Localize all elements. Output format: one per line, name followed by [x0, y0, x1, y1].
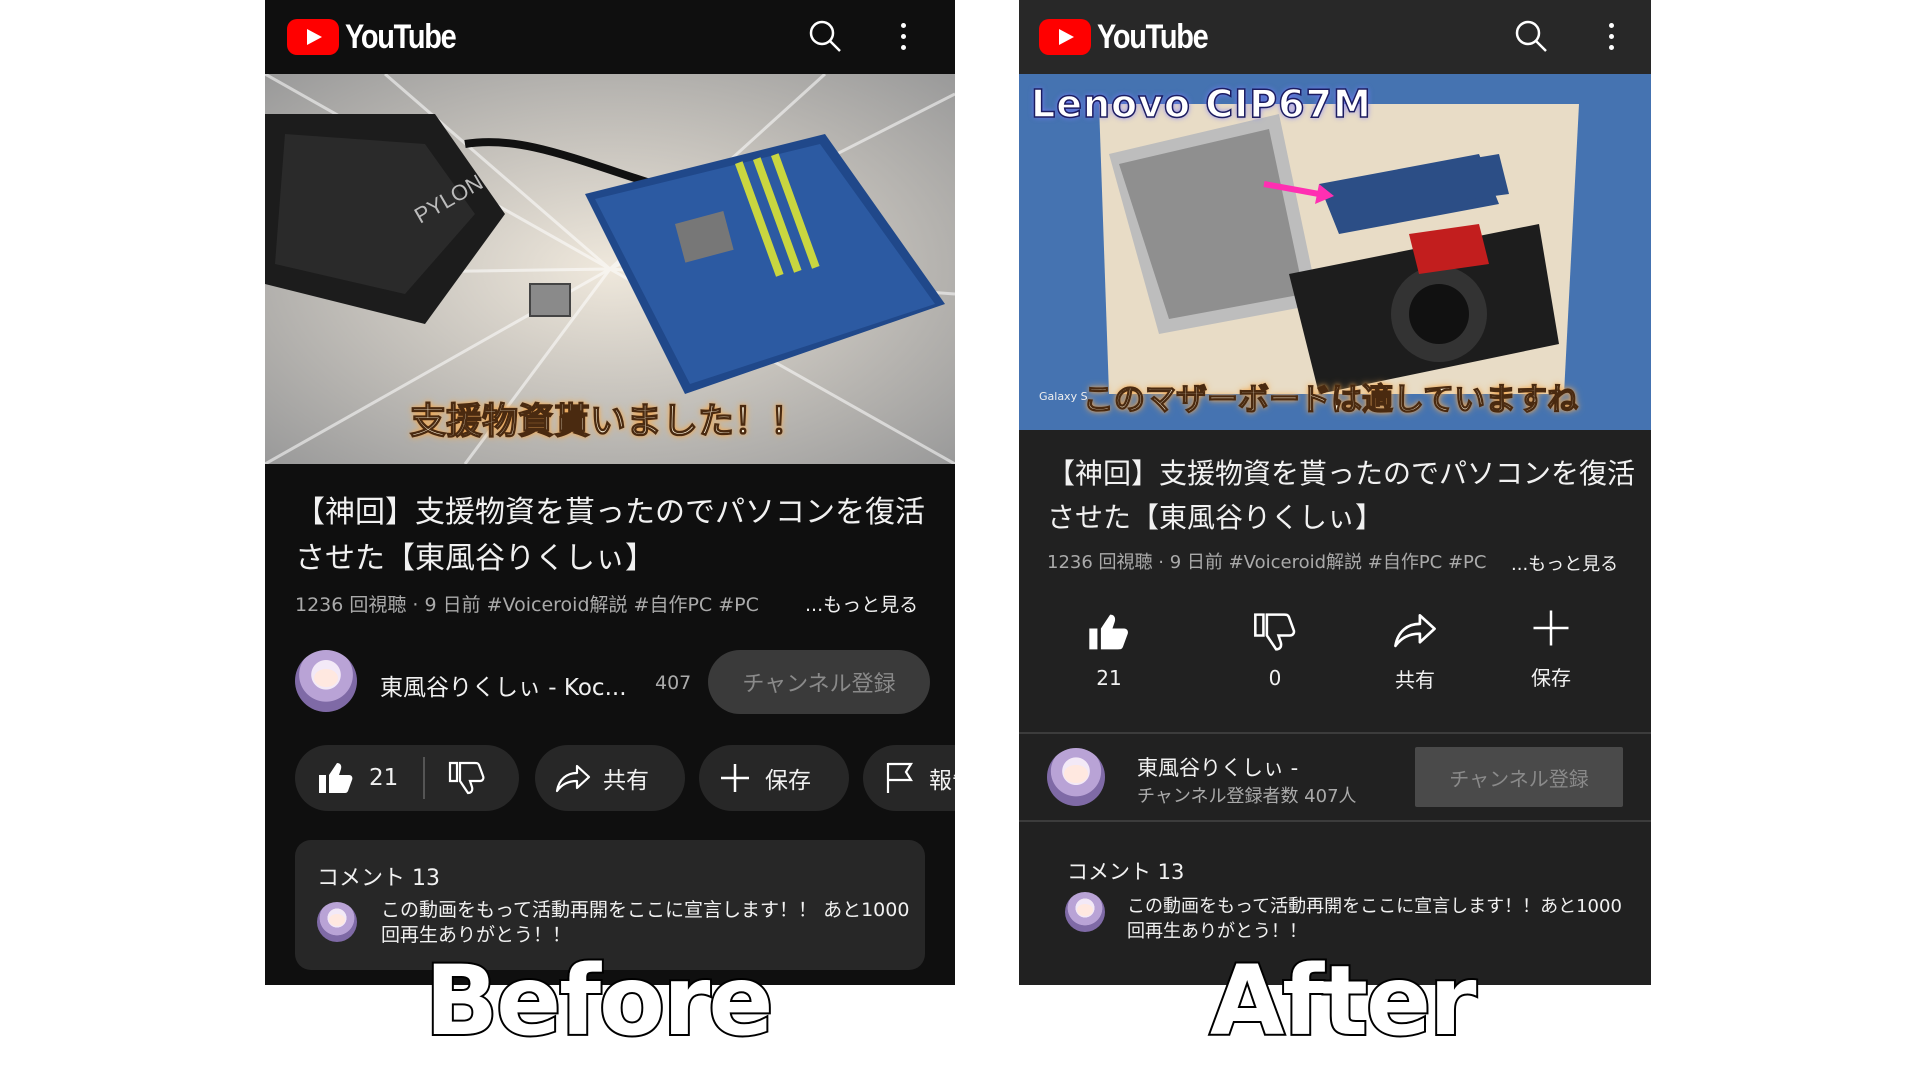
channel-name[interactable]: 東風谷りくしぃ - [1137, 752, 1298, 782]
youtube-wordmark: YouTube [345, 17, 457, 56]
share-icon [1394, 613, 1436, 648]
thumbnail-title-overlay: Lenovo CIP67M [1030, 81, 1372, 127]
channel-name[interactable]: 東風谷りくしぃ - Koc... [380, 668, 627, 702]
like-count: 21 [1096, 666, 1122, 690]
video-title[interactable]: 【神回】支援物資を貰ったのでパソコンを復活させた【東風谷りくしぃ】 [1047, 452, 1637, 540]
thumbnail-caption: このマザーボードは適していますね [1082, 381, 1579, 418]
divider-top [1019, 732, 1651, 734]
dislike-count: 0 [1268, 666, 1282, 690]
like-button[interactable] [317, 761, 355, 795]
like-divider [423, 757, 425, 799]
video-title[interactable]: 【神回】支援物資を貰ったのでパソコンを復活させた【東風谷りくしぃ】 [295, 490, 925, 582]
video-meta: 1236 回視聴 · 9 日前 #Voiceroid解説 #自作PC #PC [1047, 552, 1487, 573]
top-app-bar: YouTube [1019, 0, 1651, 74]
channel-avatar[interactable] [1047, 748, 1105, 806]
top-app-bar: YouTube [265, 0, 955, 74]
search-icon[interactable] [1511, 16, 1551, 56]
search-icon[interactable] [805, 16, 845, 56]
plus-icon [1533, 610, 1569, 646]
thumbs-up-icon [319, 763, 353, 793]
more-options-icon[interactable] [883, 16, 923, 56]
save-button[interactable]: 保存 [1491, 608, 1611, 691]
more-options-icon[interactable] [1591, 16, 1631, 56]
share-label: 共有 [603, 768, 649, 794]
dislike-button[interactable]: 0 [1215, 612, 1335, 690]
thumbs-up-icon [1089, 614, 1128, 650]
show-more-link[interactable]: ...もっと見る [805, 590, 918, 617]
youtube-logo[interactable]: YouTube [287, 18, 475, 57]
save-button[interactable]: 保存 [699, 745, 849, 811]
thumbnail-watermark: Galaxy S [1039, 390, 1088, 403]
share-button[interactable]: 共有 [535, 745, 685, 811]
report-label: 報告 [929, 768, 955, 794]
comment-text: この動画をもって活動再開をここに宣言します！！あと1000回再生ありがとう！！ [1127, 896, 1622, 940]
save-label: 保存 [765, 768, 811, 794]
youtube-wordmark: YouTube [1097, 17, 1209, 56]
share-label: 共有 [1395, 668, 1435, 692]
phone-screen-before: YouTube PYLON 支援物資貰いました！！ 【神回】支援物資を貰ったので… [265, 0, 955, 985]
comment-avatar [317, 902, 357, 942]
subscriber-count: 407 [655, 672, 692, 694]
video-thumbnail[interactable]: Lenovo CIP67M このマザーボードは適していますね Galaxy S [1019, 74, 1651, 430]
after-label: After [1208, 943, 1478, 1059]
show-more-link[interactable]: ...もっと見る [1511, 550, 1618, 576]
thumbnail-caption: 支援物資貰いました！！ [409, 400, 807, 442]
subscribe-button[interactable]: チャンネル登録 [1415, 747, 1623, 807]
thumbs-down-icon [448, 761, 485, 795]
channel-avatar[interactable] [295, 650, 357, 712]
like-count: 21 [369, 765, 399, 791]
like-dislike-pill: 21 [295, 745, 519, 811]
phone-screen-after: YouTube Lenovo CIP67M このマザーボードは適していますね G… [1019, 0, 1651, 985]
subscribe-button[interactable]: チャンネル登録 [708, 650, 930, 714]
comments-header[interactable]: コメント 13 [1067, 856, 1184, 886]
before-label: Before [423, 943, 775, 1059]
youtube-play-icon [1039, 19, 1091, 55]
comment-text: この動画をもって活動再開をここに宣言します！！ あと1000回再生ありがとう！！ [381, 899, 910, 946]
save-label: 保存 [1531, 666, 1571, 690]
subscriber-count: チャンネル登録者数 407人 [1137, 786, 1357, 807]
plus-icon [721, 764, 749, 792]
comment-avatar [1065, 892, 1105, 932]
video-thumbnail[interactable]: PYLON 支援物資貰いました！！ [265, 74, 955, 464]
video-meta: 1236 回視聴 · 9 日前 #Voiceroid解説 #自作PC #PC [295, 594, 759, 616]
flag-icon [886, 762, 913, 793]
share-icon [555, 764, 591, 793]
report-button[interactable]: 報告 [863, 745, 955, 811]
like-button[interactable]: 21 [1049, 612, 1169, 690]
youtube-logo[interactable]: YouTube [1039, 18, 1227, 57]
share-button[interactable]: 共有 [1355, 610, 1475, 693]
divider-bottom [1019, 820, 1651, 822]
dislike-button[interactable] [448, 761, 486, 795]
thumbs-down-icon [1254, 613, 1296, 651]
comments-header: コメント 13 [317, 866, 440, 891]
youtube-play-icon [287, 19, 339, 55]
